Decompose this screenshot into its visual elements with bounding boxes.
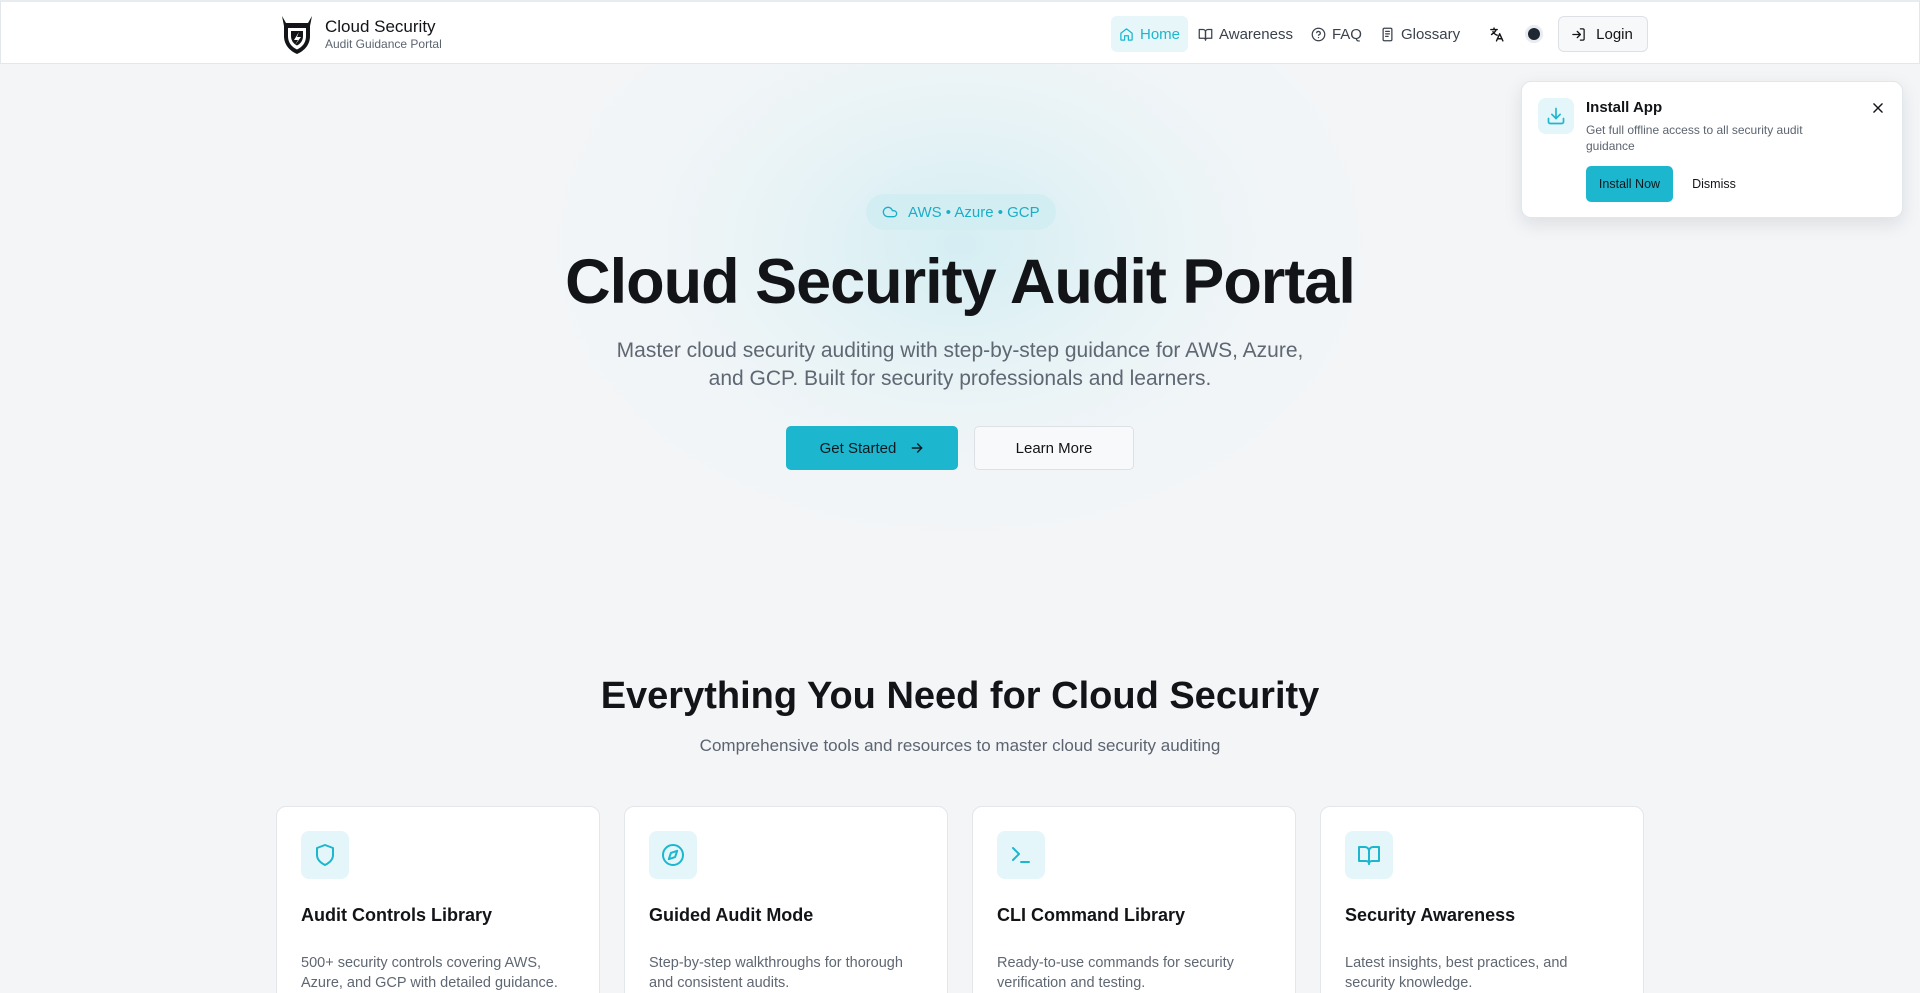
cloud-providers-badge: AWS • Azure • GCP: [866, 194, 1056, 230]
nav-awareness[interactable]: Awareness: [1190, 16, 1301, 52]
install-icon-box: [1538, 98, 1574, 134]
feature-card-audit-controls[interactable]: Audit Controls Library 500+ security con…: [276, 806, 600, 993]
card-description: Latest insights, best practices, and sec…: [1345, 955, 1568, 991]
main-nav: Home Awareness FAQ Glossary Login: [1111, 16, 1648, 52]
learn-more-button[interactable]: Learn More: [974, 426, 1134, 470]
brand[interactable]: Cloud Security Audit Guidance Portal: [277, 12, 442, 56]
install-description: Get full offline access to all security …: [1586, 123, 1803, 153]
close-icon: [1873, 103, 1883, 113]
nav-glossary-label: Glossary: [1400, 25, 1461, 43]
hero-subtitle: Master cloud security auditing with step…: [616, 339, 1304, 390]
book-open-icon: [1358, 846, 1380, 865]
theme-toggle-button[interactable]: [1516, 16, 1552, 52]
card-description: Ready-to-use commands for security verif…: [997, 955, 1234, 991]
login-button[interactable]: Login: [1558, 16, 1648, 52]
nav-glossary[interactable]: Glossary: [1372, 16, 1468, 52]
brand-title: Cloud Security: [325, 16, 436, 36]
features-title: Everything You Need for Cloud Security: [600, 675, 1320, 717]
card-description: 500+ security controls covering AWS, Azu…: [301, 955, 558, 991]
dismiss-button[interactable]: Dismiss: [1682, 166, 1746, 202]
feature-card-guided-audit[interactable]: Guided Audit Mode Step-by-step walkthrou…: [624, 806, 948, 993]
install-app-popup: Install App Get full offline access to a…: [1521, 81, 1903, 218]
close-popup-button[interactable]: [1870, 100, 1886, 116]
card-icon-box: [649, 831, 697, 879]
shield-logo-icon: [282, 16, 312, 54]
install-title: Install App: [1586, 99, 1663, 116]
translate-icon: [1489, 26, 1504, 42]
card-title: Guided Audit Mode: [649, 905, 814, 925]
home-icon: [1120, 27, 1133, 41]
card-icon-box: [1345, 831, 1393, 879]
cloud-icon: [882, 206, 898, 218]
log-in-icon: [1572, 27, 1585, 41]
dismiss-label: Dismiss: [1692, 177, 1736, 191]
shield-icon: [316, 844, 334, 866]
moon-icon: [1528, 28, 1541, 40]
brand-subtitle: Audit Guidance Portal: [325, 36, 442, 51]
badge-label: AWS • Azure • GCP: [908, 203, 1040, 221]
download-icon: [1547, 107, 1565, 125]
nav-home[interactable]: Home: [1111, 16, 1189, 52]
nav-home-label: Home: [1140, 25, 1181, 43]
compass-icon: [662, 844, 684, 866]
learn-more-label: Learn More: [1015, 439, 1093, 457]
nav-faq-label: FAQ: [1331, 25, 1362, 43]
book-open-icon: [1198, 28, 1213, 41]
install-now-label: Install Now: [1598, 177, 1661, 191]
get-started-label: Get Started: [819, 439, 897, 457]
nav-faq[interactable]: FAQ: [1303, 16, 1370, 52]
feature-card-security-awareness[interactable]: Security Awareness Latest insights, best…: [1320, 806, 1644, 993]
get-started-button[interactable]: Get Started: [786, 426, 958, 470]
language-button[interactable]: [1478, 16, 1514, 52]
arrow-right-icon: [911, 443, 923, 453]
card-title: CLI Command Library: [997, 905, 1186, 925]
install-now-button[interactable]: Install Now: [1586, 166, 1673, 202]
card-icon-box: [997, 831, 1045, 879]
help-circle-icon: [1311, 27, 1326, 41]
card-title: Audit Controls Library: [301, 905, 493, 925]
top-navbar: Cloud Security Audit Guidance Portal Hom…: [0, 0, 1920, 64]
terminal-icon: [1012, 847, 1030, 863]
card-description: Step-by-step walkthroughs for thorough a…: [649, 955, 903, 991]
nav-awareness-label: Awareness: [1219, 25, 1293, 43]
features-subtitle: Comprehensive tools and resources to mas…: [699, 736, 1221, 755]
feature-card-cli-commands[interactable]: CLI Command Library Ready-to-use command…: [972, 806, 1296, 993]
document-icon: [1382, 27, 1393, 41]
card-title: Security Awareness: [1345, 905, 1516, 925]
feature-cards: Audit Controls Library 500+ security con…: [276, 806, 1668, 993]
hero-title: Cloud Security Audit Portal: [565, 247, 1356, 317]
login-label: Login: [1596, 25, 1633, 43]
card-icon-box: [301, 831, 349, 879]
